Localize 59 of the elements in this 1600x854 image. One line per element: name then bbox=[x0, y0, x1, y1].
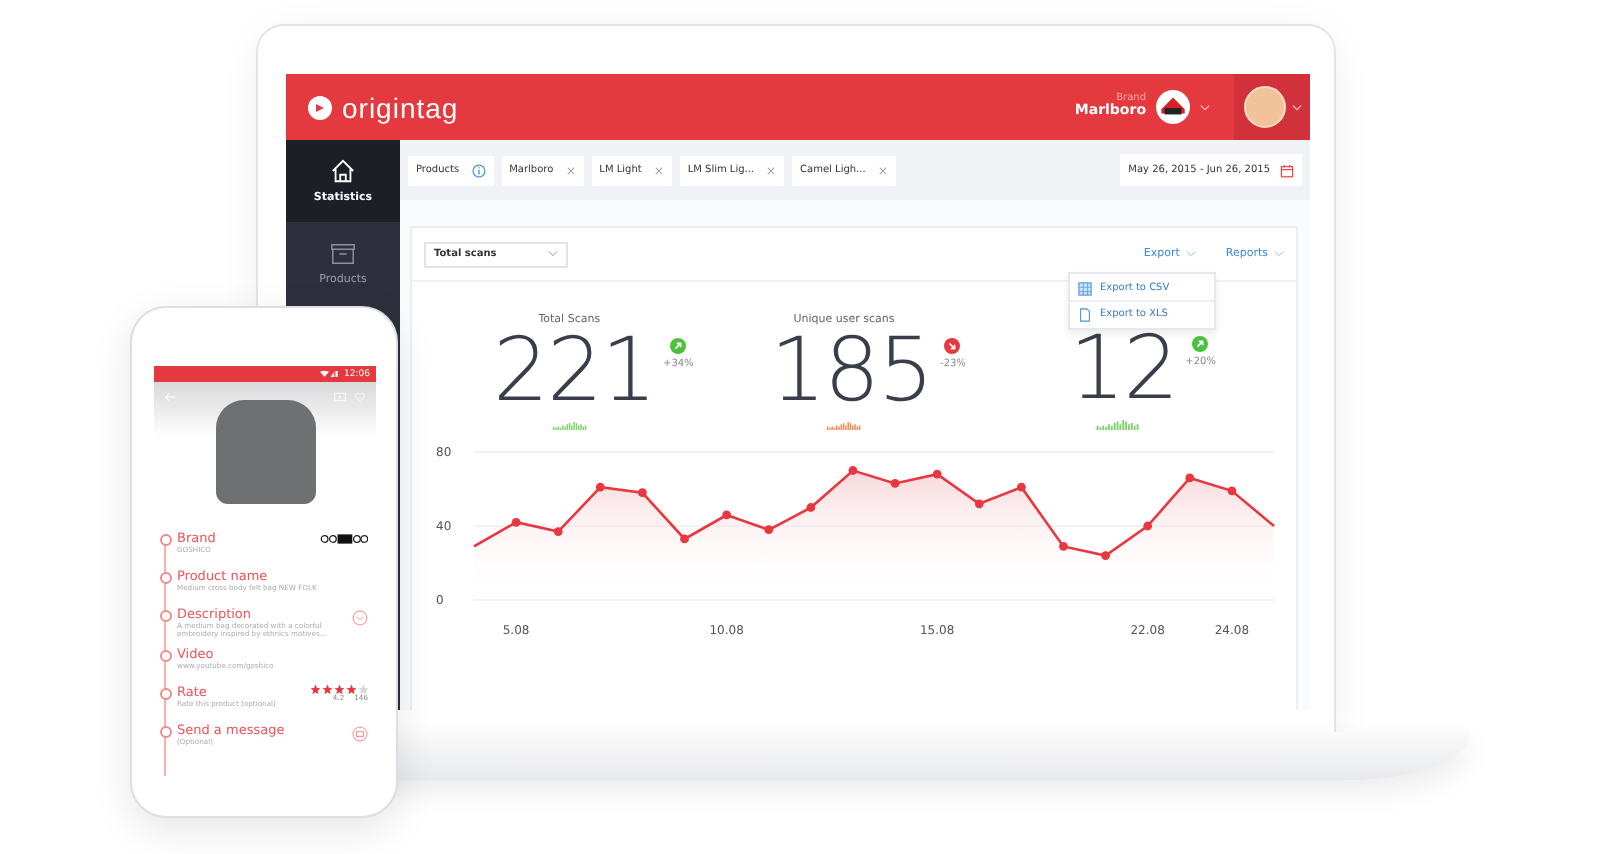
caret-icon[interactable] bbox=[1200, 103, 1210, 111]
caret-icon bbox=[548, 250, 558, 258]
chevron-circle-icon[interactable] bbox=[352, 610, 368, 626]
photo-placeholder bbox=[215, 400, 315, 504]
stat-value: 221 bbox=[493, 326, 655, 418]
play-icon[interactable] bbox=[334, 392, 346, 402]
avatar-icon bbox=[1243, 86, 1285, 128]
user-menu[interactable] bbox=[1234, 74, 1310, 140]
arrow-up-badge-icon bbox=[670, 338, 687, 354]
data-point bbox=[848, 466, 858, 475]
arrow-up-badge-icon bbox=[1192, 336, 1209, 352]
data-point bbox=[680, 534, 689, 544]
table-icon bbox=[1078, 281, 1092, 295]
data-point bbox=[595, 482, 605, 492]
brand-logo-icon[interactable] bbox=[1156, 90, 1190, 124]
arrow-down-badge-icon bbox=[944, 338, 961, 354]
brand-logo-drawing bbox=[320, 534, 368, 544]
stat-value: 185 bbox=[770, 326, 933, 418]
stat-value: 12 bbox=[1069, 324, 1178, 416]
close-icon[interactable] bbox=[565, 165, 576, 175]
back-arrow-icon[interactable] bbox=[164, 392, 176, 402]
star-rating[interactable] bbox=[309, 683, 368, 695]
data-point bbox=[1101, 551, 1110, 560]
box-icon bbox=[330, 240, 356, 266]
mail-circle-icon[interactable] bbox=[352, 725, 368, 742]
timeline-dot-icon bbox=[159, 610, 171, 622]
data-point bbox=[1016, 482, 1026, 492]
calendar-icon bbox=[1280, 163, 1294, 177]
caret-icon[interactable] bbox=[1274, 250, 1284, 258]
data-point bbox=[806, 503, 816, 512]
data-point bbox=[764, 525, 774, 535]
timeline-dot-icon bbox=[159, 687, 171, 700]
data-point bbox=[890, 479, 900, 488]
data-point bbox=[1227, 486, 1237, 496]
house-icon bbox=[330, 158, 356, 184]
timeline-dot-icon bbox=[159, 649, 171, 662]
data-point bbox=[722, 510, 732, 520]
info-icon bbox=[471, 163, 486, 177]
document-icon bbox=[1078, 307, 1092, 321]
data-point bbox=[553, 527, 563, 536]
close-icon[interactable] bbox=[766, 165, 777, 175]
data-point bbox=[932, 469, 942, 479]
close-icon[interactable] bbox=[653, 165, 664, 175]
timeline-dot-icon bbox=[159, 725, 171, 738]
data-point bbox=[511, 517, 521, 527]
timeline-dot-icon bbox=[159, 534, 171, 546]
logo-icon bbox=[308, 95, 332, 119]
caret-icon[interactable] bbox=[1185, 250, 1196, 258]
timeline-dot-icon bbox=[159, 572, 171, 584]
close-icon[interactable] bbox=[877, 165, 888, 175]
signal-icon bbox=[320, 370, 339, 378]
caret-icon bbox=[1291, 103, 1301, 111]
logo-text: origintag bbox=[342, 91, 459, 123]
data-point bbox=[974, 499, 984, 509]
data-point bbox=[1185, 473, 1195, 483]
data-point bbox=[1059, 541, 1068, 551]
data-point bbox=[1143, 521, 1153, 531]
heart-icon[interactable] bbox=[354, 392, 366, 402]
data-point bbox=[638, 488, 647, 498]
